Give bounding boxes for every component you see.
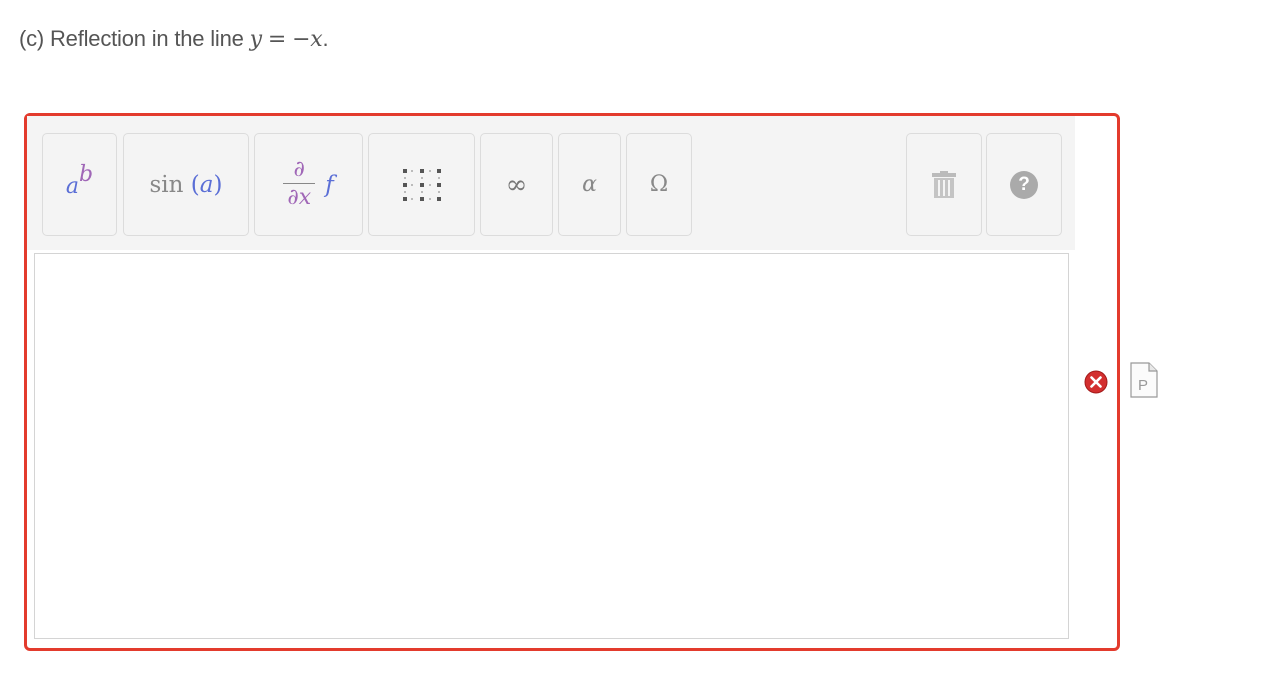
trig-button[interactable]: sin (a) — [123, 133, 249, 236]
greek-upper-button[interactable]: Ω — [626, 133, 692, 236]
omega-symbol: Ω — [649, 172, 669, 197]
help-icon: ? — [1010, 170, 1038, 199]
math-equals: = — [267, 27, 287, 52]
math-neg-x: −x — [292, 27, 323, 52]
preview-document-icon[interactable]: P — [1130, 362, 1158, 398]
trig-arg: a — [199, 171, 214, 198]
preview-document-shape: P — [1130, 362, 1158, 398]
matrix-grid-icon — [402, 168, 441, 201]
trig-fn: sin — [149, 171, 184, 198]
matrix-button[interactable] — [368, 133, 475, 236]
derivative-denominator: ∂x — [287, 185, 312, 210]
power-base: a — [65, 174, 80, 199]
help-glyph: ? — [1018, 173, 1030, 195]
power-button[interactable]: ab — [42, 133, 117, 236]
math-answer-editor[interactable]: ab sin (a) ∂ ∂x f ∞ α Ω ? — [24, 113, 1120, 651]
derivative-numerator: ∂ — [293, 157, 305, 182]
preview-letter: P — [1138, 377, 1148, 394]
alpha-symbol: α — [582, 172, 597, 197]
derivative-button[interactable]: ∂ ∂x f — [254, 133, 363, 236]
question-text: (c) Reflection in the line y = −x. — [19, 26, 329, 52]
derivative-fraction: ∂ ∂x — [283, 157, 316, 212]
power-exp: b — [79, 162, 94, 187]
question-period: . — [322, 26, 329, 51]
question-prefix: (c) Reflection in the line — [19, 26, 250, 51]
help-button[interactable]: ? — [986, 133, 1062, 236]
error-x-icon — [1084, 370, 1108, 394]
math-var-y: y — [249, 27, 262, 52]
greek-lower-button[interactable]: α — [558, 133, 621, 236]
clear-button[interactable] — [906, 133, 982, 236]
trig-open-paren: ( — [190, 171, 200, 198]
math-toolbar: ab sin (a) ∂ ∂x f ∞ α Ω ? — [27, 116, 1075, 250]
infinity-button[interactable]: ∞ — [480, 133, 553, 236]
derivative-fn: f — [325, 171, 334, 198]
trash-icon — [932, 170, 956, 198]
infinity-symbol: ∞ — [505, 169, 528, 200]
trig-close-paren: ) — [213, 171, 223, 198]
answer-input-area[interactable] — [34, 253, 1069, 639]
